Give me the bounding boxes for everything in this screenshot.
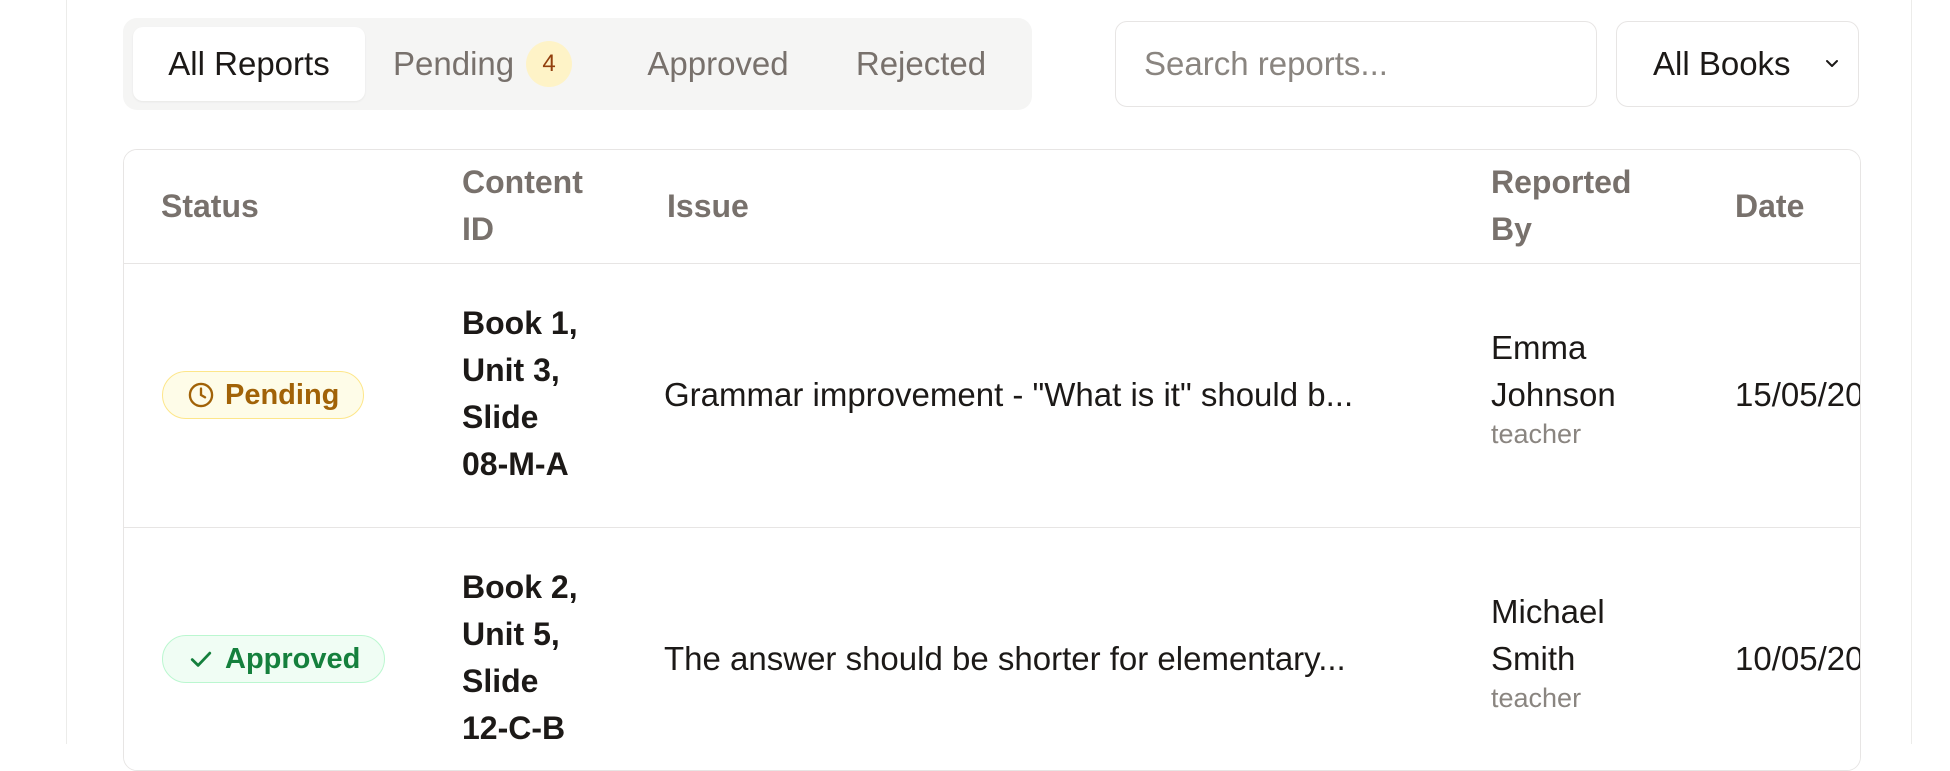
search-input[interactable] [1115,21,1597,107]
content-id-line: Book 1, [462,305,578,341]
book-filter-value: All Books [1653,45,1791,82]
tab-rejected[interactable]: Rejected [845,27,997,101]
column-header-content-id[interactable]: Content ID [462,159,583,253]
column-header-reported-by[interactable]: Reported By [1491,159,1631,253]
reporter-role: teacher [1491,683,1582,713]
reporter-name-first: Emma [1491,329,1587,366]
column-header-content-id-line-1: Content [462,164,583,200]
table-row[interactable]: Approved Book 2, Unit 5, Slide 12-C-B Th… [124,528,1860,770]
column-header-issue[interactable]: Issue [667,183,749,230]
reporter-role: teacher [1491,419,1582,449]
column-header-reported-by-line-1: Reported [1491,164,1632,200]
check-icon [190,651,212,667]
column-header-date[interactable]: Date [1735,183,1804,230]
reporter: Emma Johnson teacher [1491,324,1671,450]
pending-count-badge: 4 [526,41,573,87]
report-date: 10/05/2025 [1735,640,1860,677]
book-filter-select[interactable]: All Books [1616,21,1859,107]
content-id: Book 1, Unit 3, Slide 08-M-A [462,300,612,488]
content-id-line: 08-M-A [462,446,569,482]
column-header-status[interactable]: Status [161,183,259,230]
status-badge-approved: Approved [162,635,386,683]
status-badge-pending: Pending [162,371,365,419]
table-header: Status Content ID Issue Reported By Date [124,150,1860,264]
tab-rejected-label: Rejected [855,45,987,82]
clock-icon [188,382,214,408]
report-date: 15/05/2025 [1735,376,1860,413]
reports-table: Status Content ID Issue Reported By Date… [123,149,1861,771]
tab-approved[interactable]: Approved [633,27,803,101]
content-id-line: Unit 5, [462,616,560,652]
column-header-reported-by-line-2: By [1491,211,1532,247]
report-tabs: All Reports Pending 4 Approved Rejected [123,18,1032,110]
column-header-content-id-line-2: ID [462,211,494,247]
content-id-line: Unit 3, [462,352,560,388]
tab-pending-label: Pending [393,45,515,82]
tab-all-reports[interactable]: All Reports [133,27,365,101]
status-label: Pending [225,378,340,411]
issue-text: The answer should be shorter for element… [664,640,1346,677]
reporter: Michael Smith teacher [1491,588,1671,714]
reporter-name-last: Johnson [1491,376,1616,413]
content-id-line: Slide [462,399,539,435]
chevron-down-icon [1826,60,1838,67]
status-label: Approved [225,642,361,675]
table-row[interactable]: Pending Book 1, Unit 3, Slide 08-M-A Gra… [124,264,1860,528]
tab-all-reports-label: All Reports [168,45,330,82]
tab-approved-label: Approved [647,45,789,82]
content-id-line: Book 2, [462,569,578,605]
reporter-name-last: Smith [1491,640,1576,677]
reporter-name-first: Michael [1491,593,1605,630]
content-id-line: Slide [462,663,539,699]
content-id: Book 2, Unit 5, Slide 12-C-B [462,564,612,752]
issue-text: Grammar improvement - "What is it" shoul… [664,376,1354,413]
tab-pending[interactable]: Pending 4 [393,27,593,101]
content-id-line: 12-C-B [462,710,566,746]
